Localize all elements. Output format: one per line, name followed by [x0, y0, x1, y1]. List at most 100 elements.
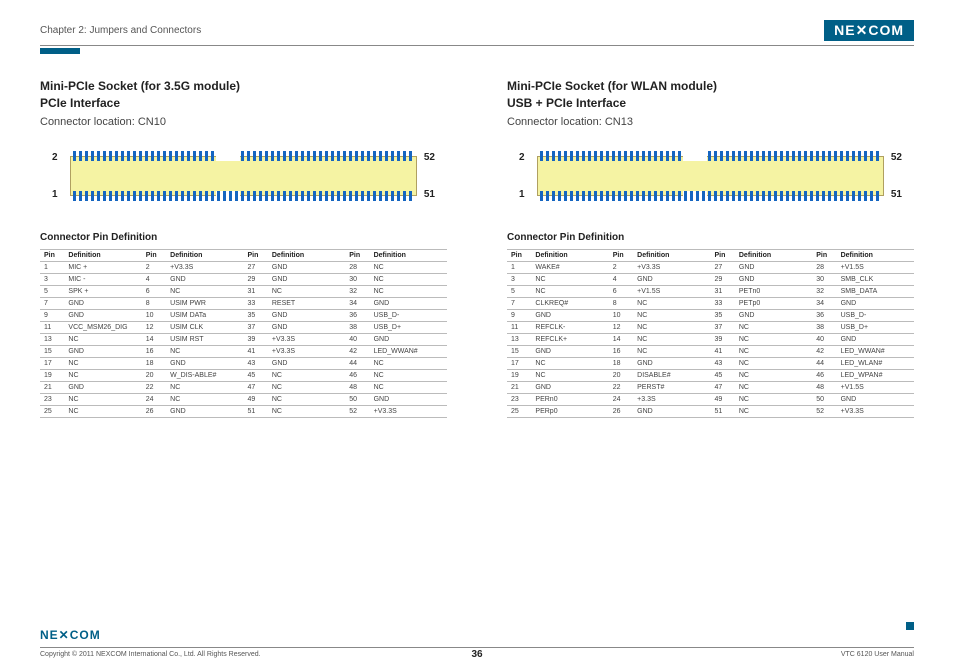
table-cell: 33 [710, 297, 734, 309]
table-cell: 11 [507, 321, 531, 333]
table-cell: 8 [142, 297, 166, 309]
table-cell: 47 [243, 381, 267, 393]
table-cell: NC [735, 333, 812, 345]
table-cell: NC [268, 369, 345, 381]
pin-label: 52 [891, 152, 902, 163]
table-cell: 12 [609, 321, 633, 333]
table-cell: USB_D- [370, 309, 447, 321]
table-cell: USIM RST [166, 333, 243, 345]
table-cell: 17 [507, 357, 531, 369]
table-cell: NC [64, 405, 141, 417]
pin-label: 1 [519, 189, 525, 200]
table-row: 9GND10USIM DATa35GND36USB_D- [40, 309, 447, 321]
right-table-title: Connector Pin Definition [507, 232, 914, 243]
page-footer: Copyright © 2011 NEXCOM International Co… [40, 647, 914, 658]
table-cell: 13 [507, 333, 531, 345]
table-cell: 35 [243, 309, 267, 321]
table-row: 1MIC +2+V3.3S27GND28NC [40, 261, 447, 273]
table-cell: NC [531, 357, 608, 369]
table-cell: 15 [507, 345, 531, 357]
table-row: 13NC14USIM RST39+V3.3S40GND [40, 333, 447, 345]
table-row: 9GND10NC35GND36USB_D- [507, 309, 914, 321]
table-row: 13REFCLK+14NC39NC40GND [507, 333, 914, 345]
table-cell: 13 [40, 333, 64, 345]
table-cell: NC [735, 345, 812, 357]
col-header: Pin [142, 249, 166, 261]
table-row: 5SPK +6NC31NC32NC [40, 285, 447, 297]
table-cell: 42 [812, 345, 836, 357]
table-cell: +V1.5S [837, 381, 914, 393]
table-cell: 15 [40, 345, 64, 357]
copyright-text: Copyright © 2011 NEXCOM International Co… [40, 651, 261, 658]
connector-body [537, 156, 884, 196]
table-cell: 46 [812, 369, 836, 381]
table-cell: 47 [710, 381, 734, 393]
table-cell: GND [370, 333, 447, 345]
table-cell: NC [531, 285, 608, 297]
footer-logo: NE✕COM [40, 628, 101, 642]
right-pin-table: PinDefinitionPinDefinitionPinDefinitionP… [507, 249, 914, 418]
page-header: Chapter 2: Jumpers and Connectors NE✕COM [40, 20, 914, 46]
table-cell: PETn0 [735, 285, 812, 297]
table-cell: NC [64, 333, 141, 345]
col-header: Definition [64, 249, 141, 261]
table-row: 5NC6+V1.5S31PETn032SMB_DATA [507, 285, 914, 297]
table-cell: GND [370, 393, 447, 405]
left-title-2: PCIe Interface [40, 95, 447, 112]
table-cell: NC [370, 357, 447, 369]
table-cell: GND [735, 261, 812, 273]
table-cell: NC [370, 261, 447, 273]
table-cell: 44 [812, 357, 836, 369]
table-cell: NC [268, 381, 345, 393]
table-row: 3MIC -4GND29GND30NC [40, 273, 447, 285]
logo: NE✕COM [824, 20, 914, 41]
table-cell: 24 [609, 393, 633, 405]
table-cell: 46 [345, 369, 369, 381]
col-header: Definition [633, 249, 710, 261]
table-cell: SMB_CLK [837, 273, 914, 285]
table-cell: REFCLK- [531, 321, 608, 333]
table-cell: 17 [40, 357, 64, 369]
table-cell: +3.3S [633, 393, 710, 405]
table-cell: NC [166, 345, 243, 357]
table-cell: 40 [812, 333, 836, 345]
table-cell: 27 [710, 261, 734, 273]
col-header: Definition [531, 249, 608, 261]
table-cell: 32 [812, 285, 836, 297]
table-cell: 37 [243, 321, 267, 333]
table-cell: 29 [243, 273, 267, 285]
table-cell: 14 [609, 333, 633, 345]
footer-square-icon [906, 622, 914, 630]
table-cell: LED_WPAN# [837, 369, 914, 381]
table-cell: 33 [243, 297, 267, 309]
table-cell: 25 [507, 405, 531, 417]
col-header: Pin [243, 249, 267, 261]
col-header: Definition [837, 249, 914, 261]
table-cell: +V1.5S [837, 261, 914, 273]
pin-label: 51 [891, 189, 902, 200]
table-cell: 9 [40, 309, 64, 321]
table-row: 11VCC_MSM26_DIG12USIM CLK37GND38USB_D+ [40, 321, 447, 333]
left-column: Mini-PCIe Socket (for 3.5G module) PCIe … [40, 78, 447, 418]
table-cell: 31 [243, 285, 267, 297]
table-cell: 52 [812, 405, 836, 417]
table-cell: 49 [710, 393, 734, 405]
table-cell: RESET [268, 297, 345, 309]
table-cell: 36 [345, 309, 369, 321]
content-columns: Mini-PCIe Socket (for 3.5G module) PCIe … [40, 78, 914, 418]
table-cell: 18 [609, 357, 633, 369]
table-cell: 8 [609, 297, 633, 309]
table-cell: 38 [812, 321, 836, 333]
table-row: 23NC24NC49NC50GND [40, 393, 447, 405]
table-row: 7CLKREQ#8NC33PETp034GND [507, 297, 914, 309]
left-pin-table: PinDefinitionPinDefinitionPinDefinitionP… [40, 249, 447, 418]
table-cell: LED_WWAN# [370, 345, 447, 357]
table-cell: 41 [243, 345, 267, 357]
table-cell: 12 [142, 321, 166, 333]
table-cell: +V3.3S [837, 405, 914, 417]
table-cell: USB_D- [837, 309, 914, 321]
left-table-title: Connector Pin Definition [40, 232, 447, 243]
table-cell: 11 [40, 321, 64, 333]
table-cell: 30 [345, 273, 369, 285]
table-cell: 14 [142, 333, 166, 345]
